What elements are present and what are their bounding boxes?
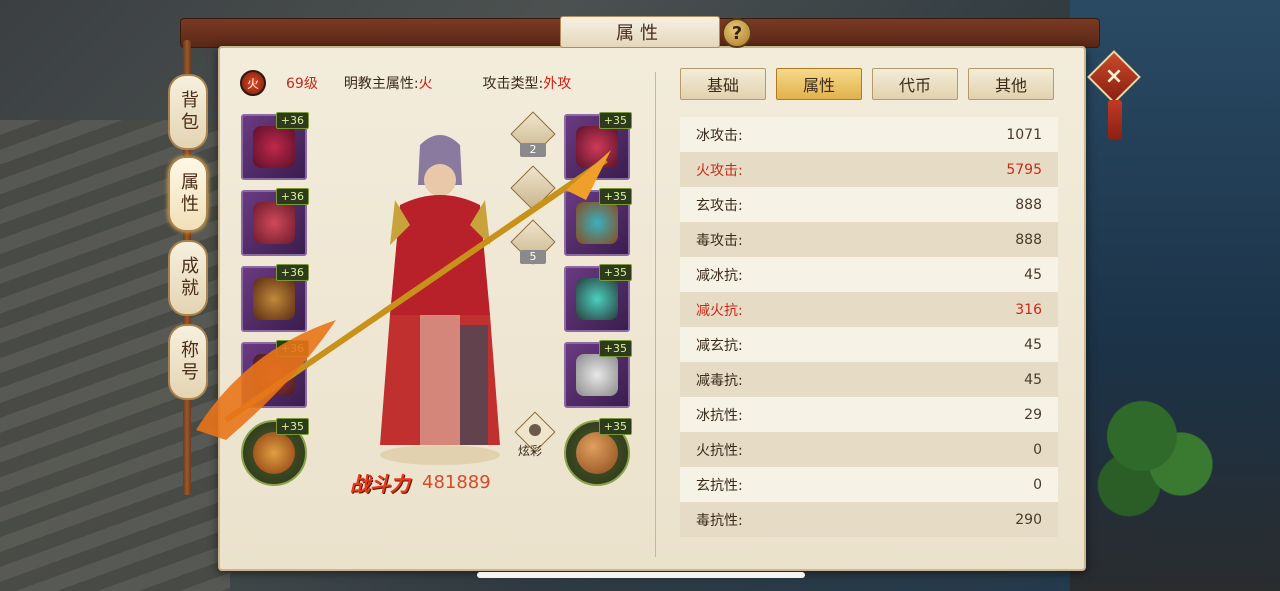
tab-other[interactable]: 其他 — [968, 68, 1054, 100]
background-plant — [1090, 380, 1220, 520]
stat-value: 5795 — [1006, 161, 1042, 178]
stat-value: 316 — [1015, 301, 1042, 318]
stat-label: 玄攻击: — [696, 197, 743, 214]
attack-type-value: 外攻 — [543, 76, 572, 92]
enhance-bonus: +35 — [598, 112, 632, 129]
style-button-label[interactable]: 炫彩 — [518, 442, 542, 459]
stat-row: 减毒抗: 45 — [680, 362, 1058, 397]
fire-element-icon: 火 — [240, 70, 266, 96]
stat-row: 减玄抗: 45 — [680, 327, 1058, 362]
help-button[interactable]: ? — [722, 18, 752, 48]
character-level: 69级 — [286, 76, 318, 92]
stat-value: 0 — [1033, 476, 1042, 493]
stat-value: 1071 — [1006, 126, 1042, 143]
sect-value: 火 — [418, 76, 433, 92]
stat-row: 毒攻击: 888 — [680, 222, 1058, 257]
stats-table[interactable]: 冰攻击: 1071 火攻击: 5795 玄攻击: 888 毒攻击: 888 减冰抗: 45… — [680, 117, 1058, 537]
stat-row: 减冰抗: 45 — [680, 257, 1058, 292]
stat-value: 0 — [1033, 441, 1042, 458]
panel-divider — [655, 72, 656, 557]
attack-type-label: 攻击类型: — [482, 76, 544, 92]
stat-label: 玄抗性: — [696, 477, 743, 494]
attribute-tabs: 基础 属性 代币 其他 — [680, 68, 1054, 100]
stat-row: 火攻击: 5795 — [680, 152, 1058, 187]
stat-row: 冰抗性: 29 — [680, 397, 1058, 432]
stat-label: 冰抗性: — [696, 407, 743, 424]
stat-label: 减玄抗: — [696, 337, 743, 354]
side-tab-bag[interactable]: 背包 — [168, 74, 208, 150]
stat-value: 45 — [1024, 336, 1042, 353]
stat-label: 毒抗性: — [696, 512, 743, 529]
stat-label: 冰攻击: — [696, 127, 743, 144]
weapon-spear-icon — [196, 150, 611, 440]
stat-value: 29 — [1024, 406, 1042, 423]
lantern-ornament — [1108, 100, 1122, 140]
stat-label: 毒攻击: — [696, 232, 743, 249]
sect-label: 明教主属性: — [343, 76, 419, 92]
tab-attributes[interactable]: 属性 — [776, 68, 862, 100]
stat-label: 减火抗: — [696, 302, 743, 319]
combat-power: 战斗力 481889 — [350, 468, 491, 497]
stat-label: 火抗性: — [696, 442, 743, 459]
stat-row: 玄攻击: 888 — [680, 187, 1058, 222]
enhance-bonus: +36 — [275, 112, 309, 129]
stat-row: 火抗性: 0 — [680, 432, 1058, 467]
stat-row: 冰攻击: 1071 — [680, 117, 1058, 152]
stat-label: 火攻击: — [696, 162, 743, 179]
stat-row: 玄抗性: 0 — [680, 467, 1058, 502]
combat-power-value: 481889 — [422, 472, 491, 493]
stat-row: 减火抗: 316 — [680, 292, 1058, 327]
stat-value: 45 — [1024, 371, 1042, 388]
stat-value: 45 — [1024, 266, 1042, 283]
character-header: 火 69级 明教主属性: 火 攻击类型: 外攻 — [240, 68, 632, 98]
stat-value: 290 — [1015, 511, 1042, 528]
tab-tokens[interactable]: 代币 — [872, 68, 958, 100]
close-icon: × — [1104, 64, 1124, 89]
tab-basic[interactable]: 基础 — [680, 68, 766, 100]
stat-label: 减毒抗: — [696, 372, 743, 389]
home-indicator — [477, 572, 805, 578]
window-title: 属性 — [560, 16, 720, 48]
stat-label: 减冰抗: — [696, 267, 743, 284]
stat-value: 888 — [1015, 196, 1042, 213]
stat-value: 888 — [1015, 231, 1042, 248]
combat-power-label: 战斗力 — [350, 472, 410, 496]
stat-row: 毒抗性: 290 — [680, 502, 1058, 537]
